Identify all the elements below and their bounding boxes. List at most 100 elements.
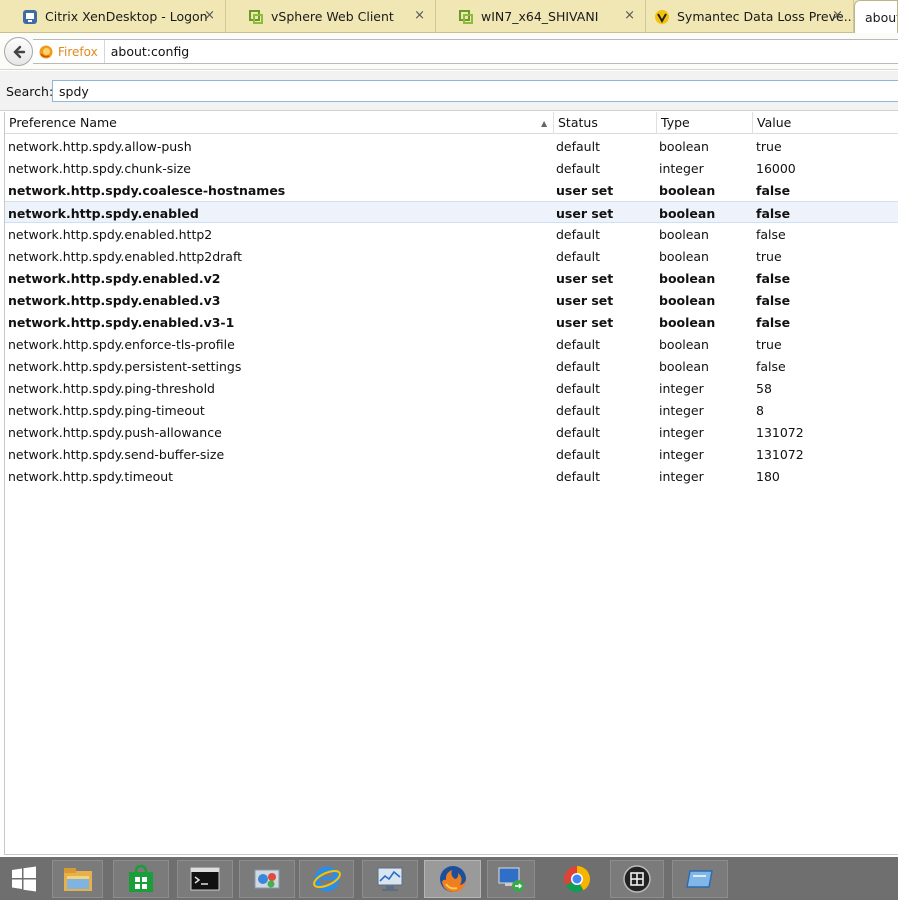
windows-start-icon: [12, 866, 36, 892]
table-row[interactable]: network.http.spdy.enforce-tls-profile def…: [5, 333, 898, 355]
table-row[interactable]: network.http.spdy.enabled.v2 user set bool…: [5, 267, 898, 289]
close-icon[interactable]: ×: [414, 9, 425, 23]
cell-value: true: [756, 337, 782, 352]
cell-preference-name: network.http.spdy.chunk-size: [8, 161, 191, 176]
column-header-value[interactable]: Value: [753, 112, 898, 134]
tab-title: about:: [865, 10, 897, 25]
taskbar-performance-monitor[interactable]: [362, 860, 418, 898]
tab-strip: Citrix XenDesktop - Logon × vSphere Web …: [0, 0, 898, 34]
search-label: Search:: [6, 84, 54, 99]
cell-preference-name: network.http.spdy.ping-threshold: [8, 381, 215, 396]
vsphere-icon: [459, 9, 473, 24]
table-row[interactable]: network.http.spdy.ping-threshold default i…: [5, 377, 898, 399]
back-arrow-icon: [12, 45, 25, 58]
cell-preference-name: network.http.spdy.send-buffer-size: [8, 447, 225, 462]
cell-preference-name: network.http.spdy.ping-timeout: [8, 403, 205, 418]
cell-preference-name: network.http.spdy.timeout: [8, 469, 174, 484]
tab-vsphere-web-client[interactable]: vSphere Web Client ×: [226, 0, 436, 33]
cell-value: 16000: [756, 161, 796, 176]
taskbar-vmware-console[interactable]: [610, 860, 664, 898]
cell-value: 8: [756, 403, 764, 418]
cell-type: boolean: [659, 206, 716, 221]
table-row[interactable]: network.http.spdy.enabled.v3 user set bool…: [5, 289, 898, 311]
table-row[interactable]: network.http.spdy.chunk-size default integ…: [5, 157, 898, 179]
table-row[interactable]: network.http.spdy.persistent-settings def…: [5, 355, 898, 377]
table-row[interactable]: network.http.spdy.enabled.http2 default bo…: [5, 223, 898, 245]
table-row[interactable]: network.http.spdy.ping-timeout default int…: [5, 399, 898, 421]
tab-symantec-dlp[interactable]: Symantec Data Loss Preve... ×: [646, 0, 854, 33]
close-icon[interactable]: ×: [624, 9, 635, 23]
cell-preference-name: network.http.spdy.enforce-tls-profile: [8, 337, 235, 352]
cell-status: default: [556, 337, 600, 352]
table-row[interactable]: network.http.spdy.allow-push default boole…: [5, 135, 898, 157]
taskbar-store[interactable]: [113, 860, 169, 898]
tab-title: Symantec Data Loss Preve...: [677, 9, 853, 24]
close-icon[interactable]: ×: [832, 9, 843, 23]
taskbar-chrome[interactable]: [552, 860, 602, 898]
cell-value: false: [756, 315, 791, 330]
cell-type: boolean: [659, 183, 716, 198]
tab-about-config[interactable]: about:: [854, 0, 898, 34]
chrome-icon: [564, 866, 591, 893]
table-row[interactable]: network.http.spdy.push-allowance default i…: [5, 421, 898, 443]
internet-explorer-icon: [312, 866, 341, 892]
windows-store-icon: [129, 864, 153, 892]
symantec-icon: [655, 9, 669, 24]
remote-desktop-icon: [498, 867, 524, 892]
cell-status: default: [556, 359, 600, 374]
cell-preference-name: network.http.spdy.allow-push: [8, 139, 192, 154]
identity-box[interactable]: Firefox: [33, 40, 105, 63]
cell-status: default: [556, 161, 600, 176]
vsphere-icon: [249, 9, 263, 24]
cell-value: 180: [756, 469, 780, 484]
tab-title: Citrix XenDesktop - Logon: [45, 9, 208, 24]
cell-value: true: [756, 249, 782, 264]
cell-status: user set: [556, 315, 614, 330]
table-row[interactable]: network.http.spdy.enabled user set boolean…: [5, 201, 898, 223]
table-row[interactable]: network.http.spdy.timeout default integer 1…: [5, 465, 898, 487]
cell-value: 58: [756, 381, 772, 396]
cell-value: 131072: [756, 425, 804, 440]
search-input[interactable]: [52, 80, 898, 102]
taskbar-file-explorer[interactable]: [52, 860, 103, 898]
taskbar-remote-desktop[interactable]: [487, 860, 535, 898]
table-row[interactable]: network.http.spdy.send-buffer-size defaul…: [5, 443, 898, 465]
taskbar-command-prompt[interactable]: [177, 860, 233, 898]
url-bar[interactable]: Firefox about:config: [33, 39, 898, 64]
cell-type: integer: [659, 161, 704, 176]
cell-status: default: [556, 403, 600, 418]
cell-value: 131072: [756, 447, 804, 462]
column-header-status[interactable]: Status: [554, 112, 656, 134]
column-header-name[interactable]: Preference Name: [5, 112, 553, 134]
cell-type: integer: [659, 425, 704, 440]
table-row[interactable]: network.http.spdy.coalesce-hostnames user…: [5, 179, 898, 201]
sort-ascending-icon: ▲: [541, 119, 548, 128]
table-row[interactable]: network.http.spdy.enabled.http2draft defa…: [5, 245, 898, 267]
cell-value: false: [756, 227, 786, 242]
taskbar-app-window[interactable]: [672, 860, 728, 898]
close-icon[interactable]: ×: [204, 9, 215, 23]
start-button[interactable]: [4, 860, 44, 898]
back-button[interactable]: [4, 37, 33, 66]
tab-citrix-xendesktop[interactable]: Citrix XenDesktop - Logon ×: [0, 0, 226, 33]
search-row: Search:: [0, 71, 898, 111]
cell-status: default: [556, 227, 600, 242]
performance-monitor-icon: [377, 867, 403, 891]
taskbar-control-panel[interactable]: [239, 860, 295, 898]
column-header-type[interactable]: Type: [657, 112, 752, 134]
cell-value: true: [756, 139, 782, 154]
cell-status: default: [556, 139, 600, 154]
table-row[interactable]: network.http.spdy.enabled.v3-1 user set bo…: [5, 311, 898, 333]
cell-type: boolean: [659, 271, 716, 286]
cell-value: false: [756, 271, 791, 286]
cell-preference-name: network.http.spdy.persistent-settings: [8, 359, 242, 374]
citrix-icon: [23, 9, 37, 24]
tab-win7-x64-shivani[interactable]: wIN7_x64_SHIVANI ×: [436, 0, 646, 33]
taskbar-internet-explorer[interactable]: [299, 860, 354, 898]
cell-type: integer: [659, 403, 704, 418]
firefox-icon: [39, 45, 53, 58]
taskbar-firefox[interactable]: [424, 860, 481, 898]
cell-type: boolean: [659, 249, 709, 264]
cell-type: boolean: [659, 293, 716, 308]
url-text[interactable]: about:config: [105, 44, 190, 59]
